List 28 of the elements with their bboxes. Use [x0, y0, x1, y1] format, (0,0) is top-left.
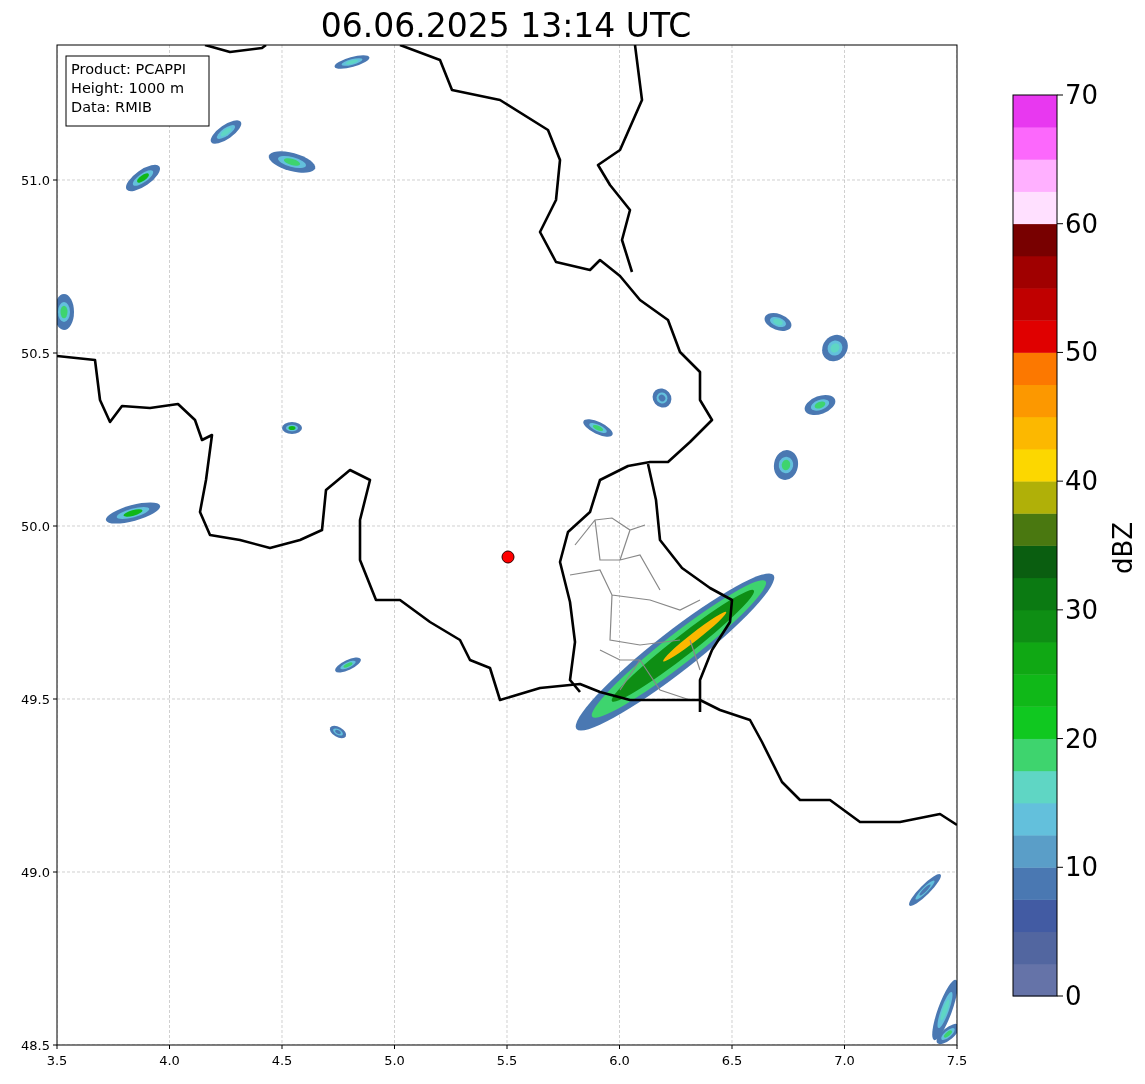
axis-tick-label: 49.0 — [21, 865, 50, 880]
colorbar-label: dBZ — [1108, 521, 1138, 575]
info-text: Height: 1000 m — [71, 80, 185, 96]
colorbar-tick-label: 0 — [1065, 981, 1082, 1011]
colorbar-tick-label: 70 — [1065, 80, 1099, 110]
axis-tick-label: 6.0 — [609, 1053, 630, 1068]
axis-tick-label: 3.5 — [46, 1053, 68, 1068]
info-text: Product: PCAPPI — [71, 61, 187, 77]
axis-tick-label: 48.5 — [21, 1038, 50, 1053]
axis-tick-label: 5.0 — [384, 1053, 405, 1068]
axis-tick-label: 50.5 — [21, 346, 50, 361]
colorbar-tick-label: 40 — [1065, 466, 1099, 497]
colorbar-tick-label: 60 — [1065, 208, 1099, 239]
axis-tick-label: 7.0 — [834, 1053, 855, 1068]
chart-title: 06.06.2025 13:14 UTC — [320, 6, 692, 45]
colorbar-tick-label: 10 — [1065, 852, 1099, 883]
colorbar-tick-label: 20 — [1065, 723, 1099, 754]
info-text: Data: RMIB — [71, 99, 152, 115]
axis-tick-label: 7.5 — [946, 1053, 968, 1068]
axis-tick-label: 51.0 — [21, 173, 50, 188]
colorbar-tick-label: 30 — [1065, 594, 1099, 625]
axis-tick-label: 5.5 — [496, 1053, 518, 1068]
axis-tick-label: 4.0 — [159, 1053, 180, 1068]
axis-tick-label: 6.5 — [721, 1053, 743, 1068]
colorbar-tick-label: 50 — [1065, 337, 1099, 368]
axis-tick-label: 49.5 — [21, 692, 50, 707]
axis-tick-label: 4.5 — [271, 1053, 293, 1068]
axis-tick-label: 50.0 — [21, 519, 50, 534]
